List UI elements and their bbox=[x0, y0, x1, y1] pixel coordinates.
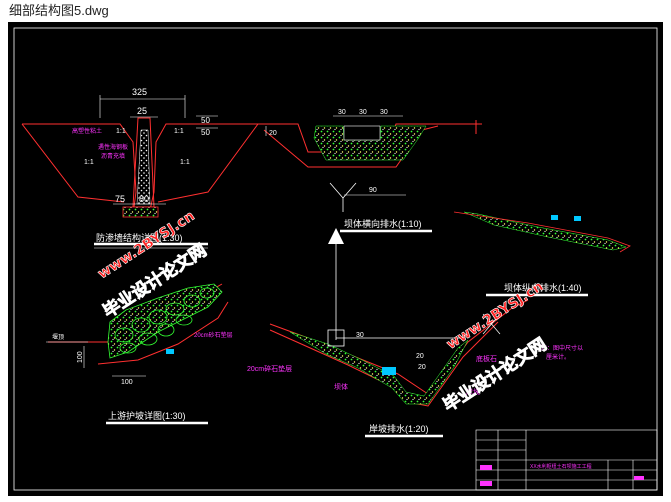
dim-20-c: 20 bbox=[418, 364, 426, 371]
dim-50-bottom: 50 bbox=[201, 128, 210, 137]
note-clay: 高塑性粘土 bbox=[72, 127, 102, 135]
cad-drawing-canvas[interactable]: 325 25 50 50 75 80 1:1 1:1 1:1 1:1 高塑性粘土… bbox=[8, 22, 663, 496]
dim-20-b: 20 bbox=[416, 353, 424, 360]
slope-1-1-c: 1:1 bbox=[84, 159, 94, 166]
dim-75: 75 bbox=[115, 194, 125, 204]
dim-25: 25 bbox=[137, 106, 147, 116]
note-steel: 遇性海钢板 bbox=[98, 143, 128, 151]
dim-90: 90 bbox=[369, 187, 377, 194]
dim-80: 80 bbox=[139, 194, 149, 204]
slope-1-1-a: 1:1 bbox=[116, 128, 126, 135]
document-title: 细部结构图5.dwg bbox=[9, 3, 109, 18]
drawing-sheet: 325 25 50 50 75 80 1:1 1:1 1:1 1:1 高塑性粘土… bbox=[13, 27, 658, 491]
note-asphalt: 沥青充填 bbox=[101, 152, 125, 160]
bank-slope-drainage-detail: 30 20 20 20cm碎石垫层 坝体 底板石 岸坡 注：图中尺寸以 厘米计。… bbox=[247, 228, 583, 438]
dim-100-bottom: 100 bbox=[121, 379, 133, 386]
title-block bbox=[475, 429, 658, 491]
longitudinal-drainage-detail: 坝体纵向排水(1:40) bbox=[453, 211, 631, 297]
note-dam-body: 坝体 bbox=[334, 382, 348, 391]
note-curb-stone: 底板石 bbox=[476, 354, 497, 363]
window-title-bar: 细部结构图5.dwg bbox=[0, 0, 671, 22]
title-block-project: XX水利枢纽土石坝施工工程 bbox=[530, 463, 592, 470]
slope-1-1-b: 1:1 bbox=[174, 128, 184, 135]
dim-30-d: 30 bbox=[356, 332, 364, 339]
title-bank-slope-drainage: 岸坡排水(1:20) bbox=[369, 423, 429, 434]
dim-20: 20 bbox=[269, 130, 277, 137]
note-20cm-gravel-bed: 20cm砂石垫层 bbox=[194, 331, 233, 339]
cutoff-wall-detail: 325 25 50 50 75 80 1:1 1:1 1:1 1:1 高塑性粘土… bbox=[21, 87, 259, 249]
dim-50-top: 50 bbox=[201, 116, 210, 125]
title-upstream-slope: 上游护坡详图(1:30) bbox=[108, 410, 186, 421]
dim-100-left: 100 bbox=[77, 351, 84, 363]
dim-30-c: 30 bbox=[380, 109, 388, 116]
note-line-2: 厘米计。 bbox=[546, 353, 570, 361]
slope-1-1-d: 1:1 bbox=[180, 159, 190, 166]
note-water-level: 堰顶 bbox=[52, 333, 64, 341]
title-transverse-drainage: 坝体横向排水(1:10) bbox=[344, 218, 422, 229]
upstream-slope-protection-detail: 堰顶 100 100 20cm砂石垫层 上游护坡详图(1:30) bbox=[46, 283, 233, 425]
dim-30-a: 30 bbox=[338, 109, 346, 116]
note-20cm-stone-bed: 20cm碎石垫层 bbox=[247, 364, 292, 373]
dim-325: 325 bbox=[132, 87, 147, 97]
transverse-drainage-detail: 30 30 30 20 90 坝体横向排水(1:10) bbox=[256, 109, 482, 233]
dim-30-b: 30 bbox=[359, 109, 367, 116]
